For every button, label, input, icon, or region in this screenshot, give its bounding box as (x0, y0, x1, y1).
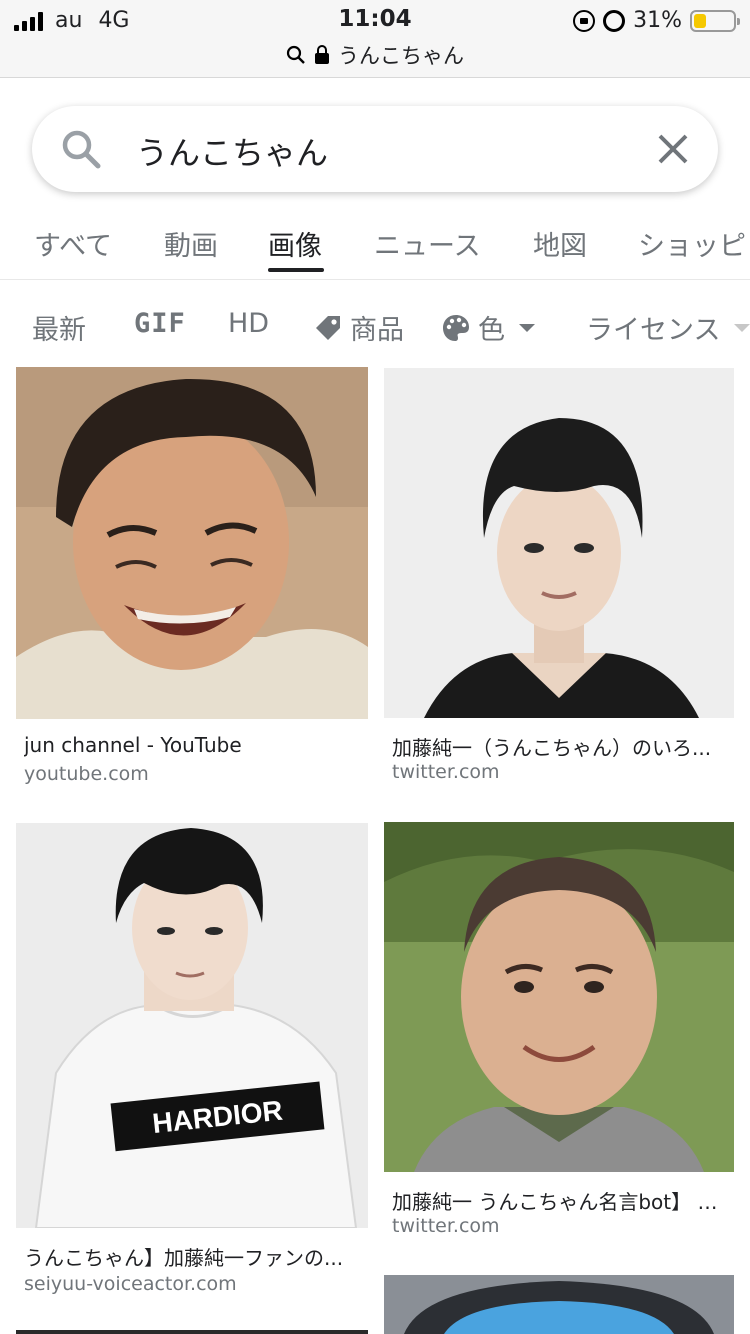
result-source: twitter.com (392, 761, 500, 783)
alarm-icon (603, 9, 626, 32)
tab-videos[interactable]: 動画 (164, 224, 218, 263)
search-input[interactable]: うんこちゃん (136, 128, 328, 174)
filter-bar: 最新 GIF HD 商品 色 ライセンス (0, 300, 750, 356)
search-icon (286, 45, 305, 64)
tab-all[interactable]: すべて (34, 224, 112, 263)
result-thumbnail[interactable] (384, 822, 734, 1172)
filter-latest[interactable]: 最新 (32, 308, 86, 347)
result-thumbnail[interactable] (384, 368, 734, 718)
search-box[interactable]: うんこちゃん (32, 106, 718, 192)
tab-news[interactable]: ニュース (374, 224, 481, 263)
status-bar: au 4G 11:04 31% うんこちゃん (0, 0, 750, 78)
result-title[interactable]: jun channel - YouTube (24, 733, 364, 757)
address-text: うんこちゃん (338, 44, 464, 68)
address-bar[interactable]: うんこちゃん (0, 40, 750, 70)
palette-icon (443, 314, 469, 341)
filter-license[interactable]: ライセンス (586, 308, 750, 347)
tab-shopping[interactable]: ショッピ (638, 224, 746, 263)
search-tabs: すべて 動画 画像 ニュース 地図 ショッピ (0, 216, 750, 280)
tab-maps[interactable]: 地図 (533, 224, 587, 263)
search-icon[interactable] (60, 128, 102, 170)
chevron-down-icon (734, 323, 750, 332)
result-thumbnail[interactable] (16, 367, 368, 719)
tag-icon (316, 315, 340, 340)
filter-license-label: ライセンス (586, 315, 721, 346)
filter-color-label: 色 (478, 315, 505, 346)
battery-icon (690, 9, 740, 32)
chevron-down-icon (519, 323, 535, 332)
result-title[interactable]: うんこちゃん】加藤純一ファンの... (24, 1242, 362, 1271)
status-right: 31% (573, 8, 740, 33)
filter-product-label: 商品 (350, 315, 404, 346)
result-source: twitter.com (392, 1215, 500, 1237)
result-title[interactable]: 加藤純一（うんこちゃん）のいろ... (392, 732, 722, 761)
rotation-lock-icon (573, 9, 596, 32)
tab-images[interactable]: 画像 (268, 224, 322, 263)
lock-icon (315, 45, 329, 64)
result-source: youtube.com (24, 763, 149, 785)
filter-gif[interactable]: GIF (134, 308, 186, 339)
result-thumbnail[interactable] (16, 1330, 368, 1334)
result-source: seiyuu-voiceactor.com (24, 1273, 237, 1295)
result-title[interactable]: 加藤純一 うんこちゃん名言bot】 (... (392, 1186, 724, 1215)
result-thumbnail[interactable]: HARDIOR (16, 823, 368, 1228)
result-thumbnail[interactable] (384, 1275, 734, 1334)
close-icon[interactable] (656, 132, 690, 166)
filter-hd[interactable]: HD (228, 308, 269, 339)
active-tab-indicator (268, 268, 324, 272)
battery-percent: 31% (633, 8, 682, 33)
filter-color[interactable]: 色 (442, 308, 535, 347)
filter-product[interactable]: 商品 (314, 308, 404, 347)
